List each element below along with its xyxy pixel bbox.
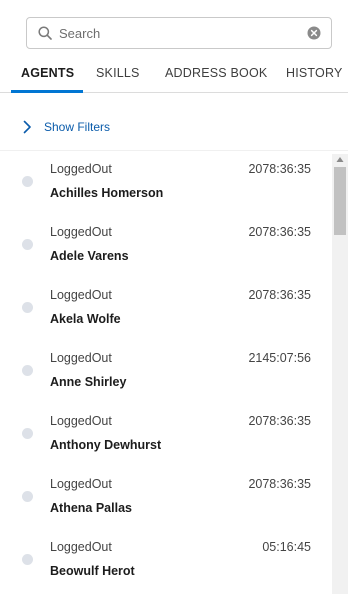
agent-time: 05:16:45: [262, 540, 311, 554]
status-dot: [22, 176, 33, 187]
status-dot: [22, 428, 33, 439]
agent-row[interactable]: LoggedOut Akela Wolfe 2078:36:35: [0, 282, 330, 345]
tab-skills[interactable]: SKILLS: [96, 66, 140, 80]
agent-status: LoggedOut: [50, 540, 112, 554]
tab-address-book[interactable]: ADDRESS BOOK: [165, 66, 267, 80]
agent-row[interactable]: LoggedOut Anne Shirley 2145:07:56: [0, 345, 330, 408]
agent-time: 2078:36:35: [248, 225, 311, 239]
agent-name: Athena Pallas: [50, 501, 132, 515]
search-icon: [38, 26, 52, 40]
agent-time: 2145:07:56: [248, 351, 311, 365]
tab-agents[interactable]: AGENTS: [21, 66, 74, 80]
status-dot: [22, 554, 33, 565]
agent-status: LoggedOut: [50, 351, 112, 365]
agent-status: LoggedOut: [50, 162, 112, 176]
agent-name: Beowulf Herot: [50, 564, 135, 578]
show-filters-toggle[interactable]: Show Filters: [22, 118, 110, 136]
agent-time: 2078:36:35: [248, 477, 311, 491]
tab-history[interactable]: HISTORY: [286, 66, 343, 80]
status-dot: [22, 491, 33, 502]
scrollbar-thumb[interactable]: [334, 167, 346, 235]
status-dot: [22, 302, 33, 313]
list-divider: [0, 150, 348, 151]
agent-name: Adele Varens: [50, 249, 129, 263]
agent-status: LoggedOut: [50, 288, 112, 302]
status-dot: [22, 239, 33, 250]
agent-name: Akela Wolfe: [50, 312, 121, 326]
agent-row[interactable]: LoggedOut Achilles Homerson 2078:36:35: [0, 156, 330, 219]
chevron-right-icon: [23, 120, 31, 134]
agent-status: LoggedOut: [50, 477, 112, 491]
agent-row[interactable]: LoggedOut Athena Pallas 2078:36:35: [0, 471, 330, 534]
agent-name: Anne Shirley: [50, 375, 127, 389]
agent-time: 2078:36:35: [248, 162, 311, 176]
agent-row[interactable]: LoggedOut Adele Varens 2078:36:35: [0, 219, 330, 282]
search-box[interactable]: [26, 17, 332, 49]
agent-time: 2078:36:35: [248, 288, 311, 302]
agent-name: Anthony Dewhurst: [50, 438, 162, 452]
status-dot: [22, 365, 33, 376]
agent-name: Achilles Homerson: [50, 186, 164, 200]
vertical-scrollbar[interactable]: [332, 154, 348, 594]
clear-icon[interactable]: [307, 26, 321, 40]
tab-bar: AGENTS SKILLS ADDRESS BOOK HISTORY: [0, 58, 348, 93]
agent-row[interactable]: LoggedOut Anthony Dewhurst 2078:36:35: [0, 408, 330, 471]
scroll-up-arrow-icon[interactable]: [336, 156, 344, 163]
show-filters-label: Show Filters: [44, 120, 111, 134]
search-input[interactable]: [59, 22, 299, 44]
agent-row[interactable]: LoggedOut Beowulf Herot 05:16:45: [0, 534, 330, 597]
active-tab-indicator: [11, 90, 83, 93]
agent-time: 2078:36:35: [248, 414, 311, 428]
agent-status: LoggedOut: [50, 414, 112, 428]
agent-status: LoggedOut: [50, 225, 112, 239]
